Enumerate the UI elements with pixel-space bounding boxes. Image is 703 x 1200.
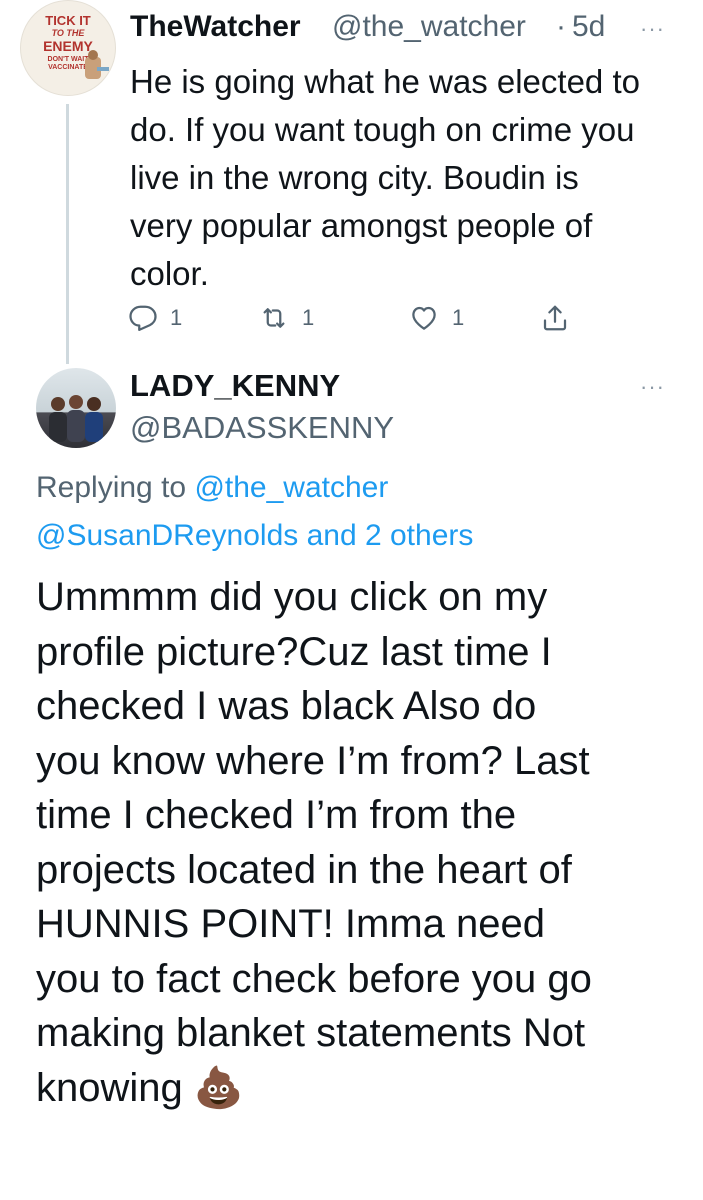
thread-connector-line xyxy=(66,104,69,364)
more-options-icon[interactable]: ··· xyxy=(640,16,665,42)
retweet-icon xyxy=(263,308,285,328)
avatar-text-1: TICK IT xyxy=(45,13,91,28)
retweet-count: 1 xyxy=(302,305,315,330)
reply-button[interactable]: 1 xyxy=(128,300,182,336)
user-handle[interactable]: @the_watcher xyxy=(332,10,526,44)
tweet-text: Ummmm did you click on my profile pictur… xyxy=(36,575,592,1110)
share-button[interactable] xyxy=(540,300,570,336)
like-button[interactable]: 1 xyxy=(408,300,464,336)
more-options-icon[interactable]: ··· xyxy=(640,374,665,400)
replying-to-link-others[interactable]: @SusanDReynolds and 2 others xyxy=(36,519,473,552)
reply-count: 1 xyxy=(170,305,183,330)
vaccine-figure-icon xyxy=(85,50,109,79)
user-handle[interactable]: @BADASSKENNY xyxy=(130,410,394,446)
display-name[interactable]: LADY_KENNY xyxy=(130,368,340,404)
avatar-text-2: TO THE xyxy=(51,28,85,38)
tweet-text: He is going what he was elected to do. I… xyxy=(130,63,640,292)
separator-dot: · xyxy=(556,10,566,43)
group-photo-icon xyxy=(49,395,103,442)
avatar-lady-kenny[interactable] xyxy=(36,368,116,448)
reply-icon xyxy=(129,305,157,331)
replying-to-link-watcher[interactable]: @the_watcher xyxy=(194,471,388,504)
retweet-button[interactable]: 1 xyxy=(258,300,314,336)
avatar-thewatcher[interactable]: TICK IT TO THE ENEMY DON'T WAIT VACCINAT… xyxy=(20,0,116,96)
replying-to-label: Replying to xyxy=(36,471,187,504)
like-count: 1 xyxy=(452,305,465,330)
display-name[interactable]: TheWatcher xyxy=(130,10,301,44)
like-icon xyxy=(412,306,436,330)
share-icon xyxy=(543,305,567,331)
replying-to: Replying to @the_watcher @SusanDReynolds… xyxy=(36,464,686,560)
tweet-timestamp[interactable]: 5d xyxy=(572,10,605,44)
